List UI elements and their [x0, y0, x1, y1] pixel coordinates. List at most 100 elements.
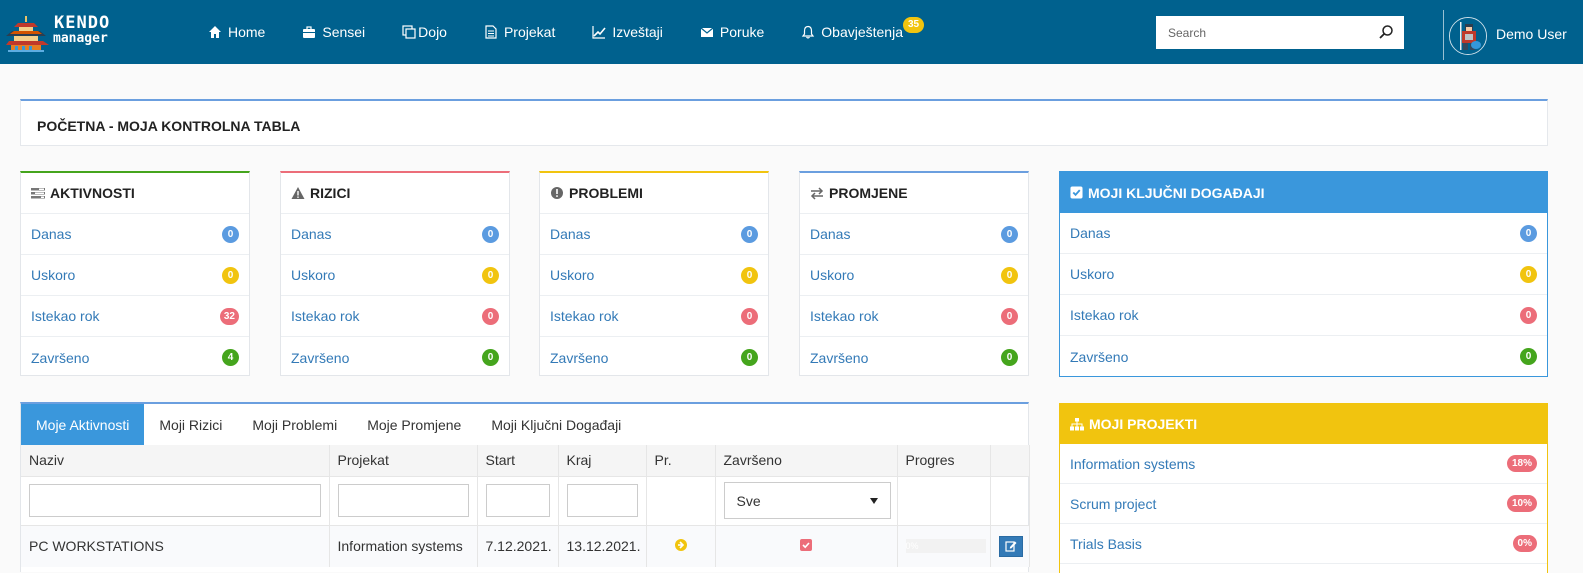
bell-icon — [802, 25, 815, 39]
stat-row-zavrseno[interactable]: Završeno 0 — [540, 337, 768, 378]
tab-moje-promjene[interactable]: Moje Promjene — [352, 404, 476, 445]
project-name[interactable]: Scrum project — [1070, 496, 1156, 512]
card-aktivnosti: AKTIVNOSTI Danas 0 Uskoro 0 Istekao rok 32 … — [20, 171, 250, 376]
stat-row-istekao-rok[interactable]: Istekao rok 0 — [800, 296, 1028, 337]
stat-label[interactable]: Uskoro — [31, 267, 75, 283]
checked-box-icon[interactable] — [800, 539, 812, 552]
count-badge: 0 — [741, 307, 758, 325]
count-badge: 0 — [1001, 307, 1018, 325]
stat-label[interactable]: Završeno — [550, 350, 608, 366]
search-input[interactable] — [1156, 16, 1366, 49]
stat-label[interactable]: Uskoro — [1070, 266, 1114, 282]
nav-poruke[interactable]: Poruke — [700, 24, 764, 40]
pagoda-logo-icon — [6, 16, 49, 52]
kendo-manager-logo[interactable]: KENDO manager — [4, 12, 124, 54]
nav-projekat[interactable]: Projekat — [484, 24, 555, 40]
tab-moje-aktivnosti[interactable]: Moje Aktivnosti — [21, 404, 145, 445]
filter-zavrseno-select[interactable]: Sve — [723, 482, 891, 519]
filter-projekat-input[interactable] — [337, 484, 469, 517]
stat-row-istekao-rok[interactable]: Istekao rok 0 — [1060, 295, 1547, 336]
stat-row-istekao-rok[interactable]: Istekao rok 0 — [540, 296, 768, 337]
stat-row-zavrseno[interactable]: Završeno 0 — [281, 337, 509, 378]
stat-row-uskoro[interactable]: Uskoro 0 — [21, 255, 249, 296]
logo-text-manager: manager — [53, 31, 108, 46]
nav-home-label: Home — [228, 24, 266, 40]
stat-row-uskoro[interactable]: Uskoro 0 — [281, 255, 509, 296]
card-header: MOJI PROJEKTI — [1060, 404, 1547, 444]
logo-text-kendo: KENDO — [54, 13, 111, 33]
stat-label[interactable]: Danas — [291, 226, 331, 242]
stat-label[interactable]: Danas — [1070, 225, 1110, 241]
project-name[interactable]: Trials Basis — [1070, 536, 1142, 552]
filter-progres-empty — [897, 476, 991, 526]
filter-naziv-input[interactable] — [29, 484, 321, 517]
filter-start-input[interactable] — [485, 484, 550, 517]
edit-button[interactable] — [998, 535, 1023, 557]
tasks-icon — [31, 188, 45, 199]
filter-zavrseno-value: Sve — [736, 492, 761, 509]
nav-izvestaji[interactable]: Izveštaji — [592, 24, 663, 40]
column-header-priority[interactable]: Pr. — [646, 445, 716, 477]
card-title: MOJI PROJEKTI — [1089, 416, 1198, 432]
column-header-projekat[interactable]: Projekat — [329, 445, 478, 477]
stat-label[interactable]: Istekao rok — [550, 308, 618, 324]
stat-row-uskoro[interactable]: Uskoro 0 — [1060, 254, 1547, 295]
nav-dojo[interactable]: Dojo — [402, 24, 447, 40]
user-name[interactable]: Demo User — [1496, 26, 1567, 42]
stat-label[interactable]: Uskoro — [810, 267, 854, 283]
stat-row-zavrseno[interactable]: Završeno 0 — [1060, 336, 1547, 377]
stat-label[interactable]: Danas — [31, 226, 71, 242]
exclamation-circle-icon — [551, 187, 563, 199]
count-badge: 0 — [1520, 265, 1537, 283]
stat-label[interactable]: Uskoro — [291, 267, 335, 283]
stat-row-uskoro[interactable]: Uskoro 0 — [540, 255, 768, 296]
count-badge: 0 — [741, 266, 758, 284]
nav-home[interactable]: Home — [208, 24, 265, 40]
stat-label[interactable]: Uskoro — [550, 267, 594, 283]
filter-kraj-input[interactable] — [566, 484, 638, 517]
column-header-zavrseno[interactable]: Završeno — [715, 445, 898, 477]
user-avatar[interactable] — [1449, 17, 1487, 55]
stat-row-istekao-rok[interactable]: Istekao rok 32 — [21, 296, 249, 337]
stat-label[interactable]: Danas — [810, 226, 850, 242]
stat-row-zavrseno[interactable]: Završeno 4 — [21, 337, 249, 378]
tab-moji-kljucni-dogadaji[interactable]: Moji Ključni Događaji — [476, 404, 636, 445]
column-header-start[interactable]: Start — [477, 445, 559, 477]
project-item[interactable]: Scrum project 10% — [1060, 484, 1547, 524]
stat-row-danas[interactable]: Danas 0 — [1060, 213, 1547, 254]
stat-label[interactable]: Završeno — [291, 350, 349, 366]
search-icon[interactable] — [1378, 24, 1394, 40]
column-header-kraj[interactable]: Kraj — [558, 445, 647, 477]
stat-row-danas[interactable]: Danas 0 — [281, 214, 509, 255]
stat-row-danas[interactable]: Danas 0 — [21, 214, 249, 255]
table-row[interactable]: PC WORKSTATIONS Information systems 7.12… — [21, 525, 1030, 567]
stat-label[interactable]: Završeno — [810, 350, 868, 366]
warning-icon — [291, 187, 305, 199]
stat-label[interactable]: Završeno — [1070, 349, 1128, 365]
stat-row-zavrseno[interactable]: Završeno 0 — [800, 337, 1028, 378]
project-item[interactable]: Trials Basis 0% — [1060, 524, 1547, 564]
stat-label[interactable]: Istekao rok — [291, 308, 359, 324]
card-title: AKTIVNOSTI — [50, 185, 135, 201]
nav-sensei[interactable]: Sensei — [302, 24, 365, 40]
project-name[interactable]: Information systems — [1070, 456, 1195, 472]
tab-moji-rizici[interactable]: Moji Rizici — [144, 404, 237, 445]
tab-moji-problemi[interactable]: Moji Problemi — [237, 404, 352, 445]
cell-actions — [990, 525, 1030, 567]
nav-obavjestenja[interactable]: Obavještenja 35 — [801, 17, 925, 40]
caret-down-icon — [869, 498, 878, 504]
stat-label[interactable]: Istekao rok — [31, 308, 99, 324]
stat-label[interactable]: Danas — [550, 226, 590, 242]
card-my-projects: MOJI PROJEKTI Information systems 18% Scr… — [1059, 403, 1548, 573]
nav-izvestaji-label: Izveštaji — [612, 24, 663, 40]
stat-row-danas[interactable]: Danas 0 — [800, 214, 1028, 255]
stat-label[interactable]: Završeno — [31, 350, 89, 366]
project-item[interactable]: Information systems 18% — [1060, 444, 1547, 484]
stat-row-uskoro[interactable]: Uskoro 0 — [800, 255, 1028, 296]
stat-label[interactable]: Istekao rok — [810, 308, 878, 324]
column-header-naziv[interactable]: Naziv — [21, 445, 330, 477]
stat-label[interactable]: Istekao rok — [1070, 307, 1138, 323]
stat-row-danas[interactable]: Danas 0 — [540, 214, 768, 255]
stat-row-istekao-rok[interactable]: Istekao rok 0 — [281, 296, 509, 337]
column-header-progres[interactable]: Progres — [897, 445, 991, 477]
